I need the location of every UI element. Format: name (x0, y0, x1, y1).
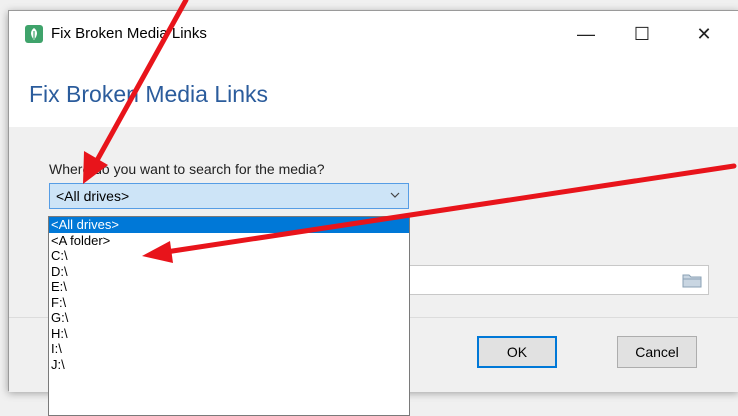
dropdown-list[interactable]: <All drives> <A folder> C:\ D:\ E:\ F:\ … (48, 216, 410, 416)
page-title: Fix Broken Media Links (29, 81, 269, 107)
dropdown-option[interactable]: <A folder> (49, 233, 409, 249)
search-prompt-label: Where do you want to search for the medi… (49, 161, 325, 177)
dropdown-option[interactable]: C:\ (49, 248, 409, 264)
title-bar[interactable]: Fix Broken Media Links — ☐ ✕ (9, 11, 738, 55)
ok-button[interactable]: OK (477, 336, 557, 368)
dropdown-option[interactable]: D:\ (49, 264, 409, 280)
dropdown-option[interactable]: H:\ (49, 326, 409, 342)
maximize-icon[interactable]: ☐ (619, 19, 665, 49)
app-icon (25, 25, 43, 43)
dropdown-option[interactable]: E:\ (49, 279, 409, 295)
folder-icon[interactable] (682, 272, 702, 288)
dropdown-option[interactable]: J:\ (49, 357, 409, 373)
search-location-combobox[interactable]: <All drives> (49, 183, 409, 209)
dropdown-option[interactable]: F:\ (49, 295, 409, 311)
cancel-button[interactable]: Cancel (617, 336, 697, 368)
window-title: Fix Broken Media Links (51, 25, 207, 42)
dropdown-option[interactable]: <All drives> (49, 217, 409, 233)
dropdown-option[interactable]: G:\ (49, 310, 409, 326)
dropdown-option[interactable]: I:\ (49, 341, 409, 357)
combobox-selected-value: <All drives> (56, 188, 130, 204)
dialog-header: Fix Broken Media Links (9, 55, 738, 128)
minimize-icon[interactable]: — (563, 19, 609, 49)
close-icon[interactable]: ✕ (681, 19, 727, 49)
chevron-down-icon (390, 192, 400, 198)
